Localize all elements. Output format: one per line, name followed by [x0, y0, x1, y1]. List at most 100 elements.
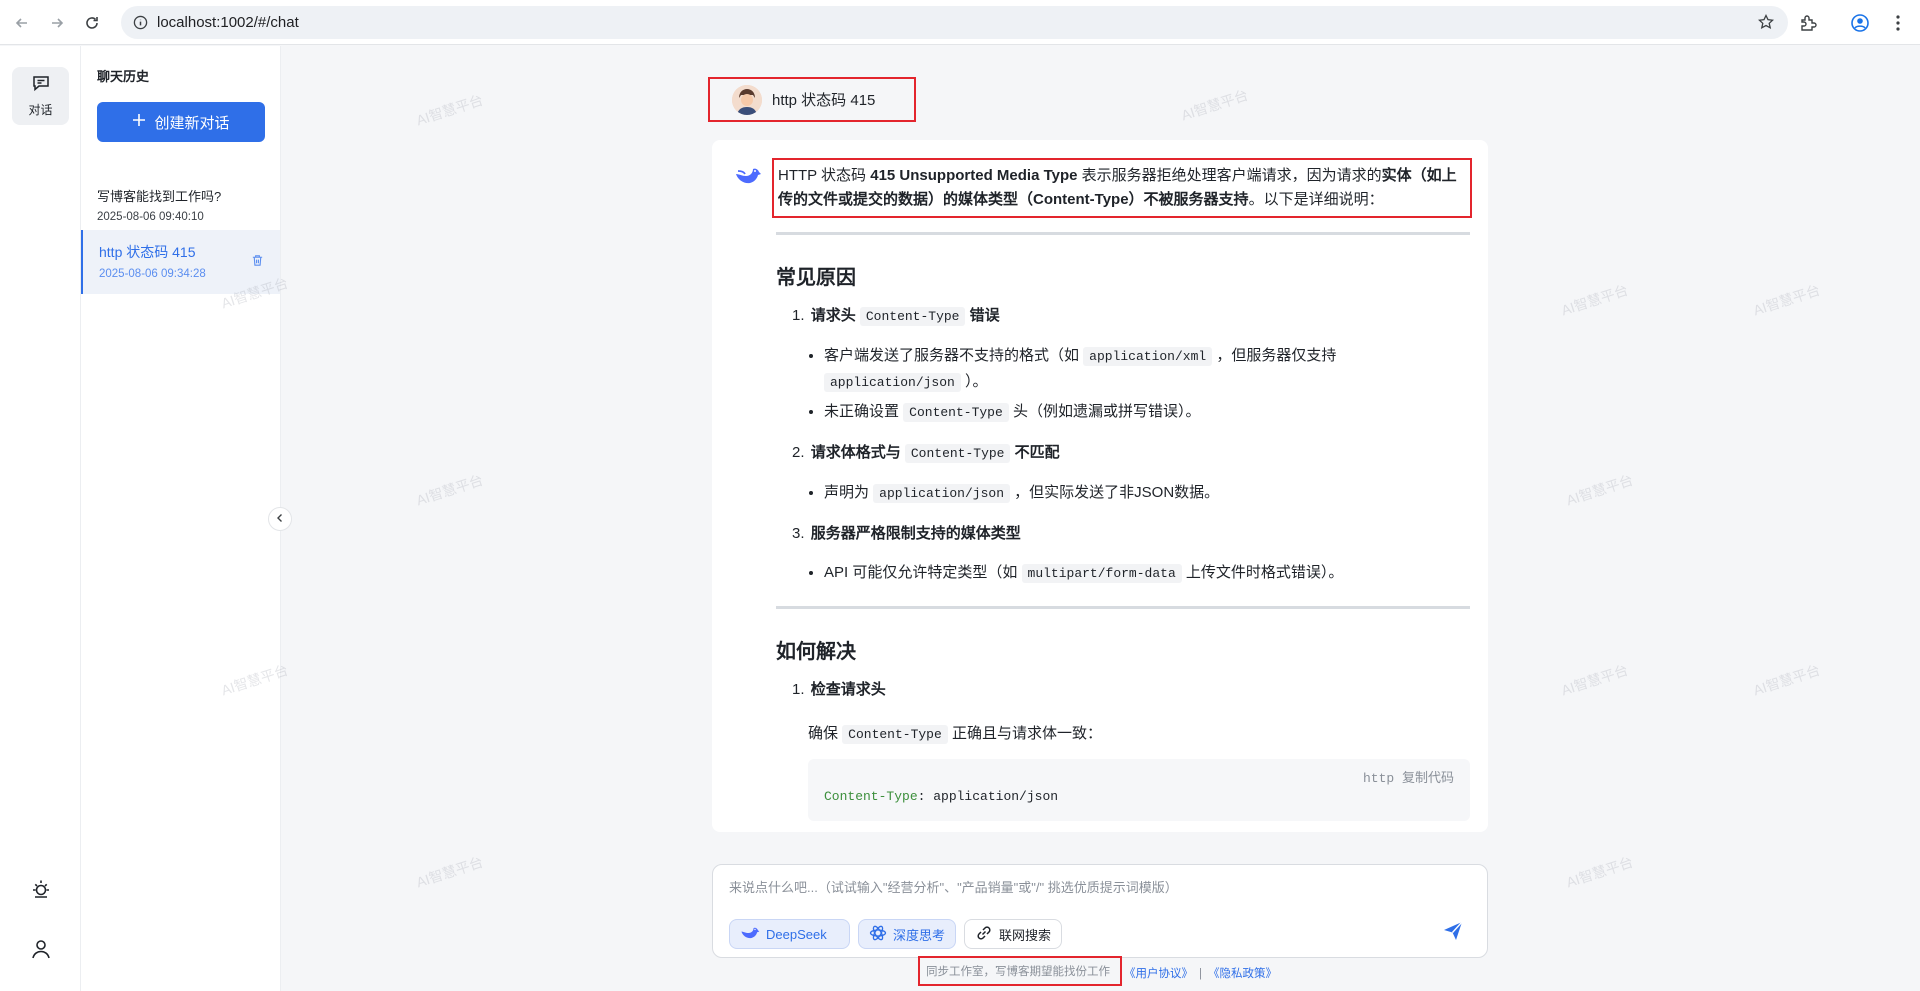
intro-text: 。以下是详细说明： [1248, 191, 1384, 208]
item-text: 服务器严格限制支持的媒体类型 [810, 525, 1021, 542]
bullet-text: ，但实际发送了非JSON数据。 [1010, 484, 1220, 501]
url-text: localhost:1002/#/chat [157, 14, 299, 31]
item-number: 1. [792, 681, 805, 698]
bullet-text: 上传文件时格式错误）。 [1181, 564, 1344, 581]
user-icon[interactable] [24, 932, 58, 966]
bullet-text: 声明为 [824, 484, 874, 501]
intro-text: 表示服务器拒绝处理客户端请求，因为请求的 [1077, 167, 1382, 184]
bullet-text: 未正确设置 [824, 403, 904, 420]
reload-icon[interactable] [80, 11, 104, 35]
inline-code: application/json [873, 484, 1010, 503]
footer-separator: | [1199, 968, 1202, 980]
code-block: http 复制代码 Content-Type: application/json [808, 759, 1470, 821]
history-item-time: 2025-08-06 09:34:28 [99, 268, 206, 280]
item-number: 2. [792, 444, 805, 461]
section-heading: 如何解决 [776, 641, 856, 663]
item-number: 3. [792, 525, 805, 542]
send-button[interactable] [1437, 917, 1469, 949]
user-agreement-link[interactable]: 《用户协议》 [1124, 968, 1193, 980]
bullet-text: API 可能仅允许特定类型（如 [824, 564, 1022, 581]
theme-toggle-icon[interactable] [24, 872, 58, 906]
deepseek-whale-icon [734, 165, 762, 192]
history-item[interactable]: 写博客能找到工作吗? 2025-08-06 09:40:10 [81, 174, 280, 238]
numbered-item: 1. 请求头 Content-Type 错误 [792, 304, 1470, 329]
deep-think-toggle[interactable]: 深度思考 [858, 919, 956, 949]
numbered-item: 2. 请求体格式与 Content-Type 不匹配 [792, 441, 1470, 466]
numbered-item: 1. 检查请求头 [792, 678, 1470, 702]
user-message-text: http 状态码 415 [772, 92, 876, 109]
forward-icon[interactable] [45, 11, 69, 35]
item-text: 不匹配 [1010, 444, 1060, 461]
browser-menu-icon[interactable] [1886, 11, 1910, 35]
back-icon[interactable] [10, 11, 34, 35]
collapse-sidebar-button[interactable] [268, 507, 292, 531]
privacy-policy-link[interactable]: 《隐私政策》 [1208, 968, 1277, 980]
code-line: Content-Type: application/json [824, 789, 1058, 804]
bullet-list: 客户端发送了服务器不支持的格式（如 application/xml ，但服务器仅… [824, 343, 1470, 425]
message-input[interactable]: 来说点什么吧...（试试输入"经营分析"、"产品销量"或"/" 挑选优质提示词模… [729, 877, 1469, 896]
bullet-list: API 可能仅允许特定类型（如 multipart/form-data 上传文件… [824, 560, 1470, 586]
copy-code-button[interactable]: http 复制代码 [1363, 767, 1454, 786]
bullet-item: 声明为 application/json ，但实际发送了非JSON数据。 [824, 480, 1470, 506]
item-number: 1. [792, 307, 805, 324]
divider [776, 606, 1470, 609]
footer-notice: 同步工作室，写博客期望能找份工作 [918, 956, 1122, 986]
inline-code: application/xml [1083, 347, 1213, 366]
inline-code: application/json [824, 373, 961, 392]
inline-code: Content-Type [859, 307, 966, 326]
section-heading: 常见原因 [776, 267, 856, 289]
trash-icon[interactable] [251, 254, 264, 272]
watermark: AI智慧平台 [1751, 661, 1823, 699]
code-key: Content-Type [824, 789, 918, 804]
plus-icon [132, 113, 146, 131]
link-icon [975, 924, 993, 945]
watermark: AI智慧平台 [1564, 853, 1636, 891]
extensions-icon[interactable] [1796, 11, 1820, 35]
profile-icon[interactable] [1848, 11, 1872, 35]
address-bar[interactable]: localhost:1002/#/chat [121, 6, 1788, 39]
bullet-item: 未正确设置 Content-Type 头（例如遗漏或拼写错误）。 [824, 399, 1470, 425]
history-item-title: http 状态码 415 [99, 244, 196, 260]
deepseek-model-chip[interactable]: DeepSeek [729, 919, 850, 949]
chip-label: 联网搜索 [999, 927, 1052, 943]
chip-label: 深度思考 [893, 927, 946, 943]
new-chat-label: 创建新对话 [154, 114, 230, 132]
inline-code: multipart/form-data [1021, 564, 1182, 583]
numbered-item: 3. 服务器严格限制支持的媒体类型 [792, 522, 1470, 546]
message-input-box[interactable]: 来说点什么吧...（试试输入"经营分析"、"产品销量"或"/" 挑选优质提示词模… [712, 864, 1488, 958]
item-text: 请求体格式与 [810, 444, 905, 461]
browser-toolbar: localhost:1002/#/chat [0, 0, 1920, 45]
bullet-text: ）。 [960, 373, 988, 390]
history-item-time: 2025-08-06 09:40:10 [97, 211, 204, 223]
confirm-paragraph: 确保 Content-Type 正确且与请求体一致： [808, 722, 1470, 744]
watermark: AI智慧平台 [1564, 471, 1636, 509]
assistant-answer: HTTP 状态码 415 Unsupported Media Type 表示服务… [712, 140, 1488, 832]
user-avatar [732, 84, 762, 115]
chat-history-panel: 聊天历史 创建新对话 写博客能找到工作吗? 2025-08-06 09:40:1… [81, 46, 281, 991]
confirm-text: 确保 [808, 725, 843, 742]
watermark: AI智慧平台 [1559, 281, 1631, 319]
watermark: AI智慧平台 [1179, 86, 1251, 124]
code-value: : application/json [917, 789, 1059, 804]
history-item-title: 写博客能找到工作吗? [97, 189, 222, 204]
bullet-item: API 可能仅允许特定类型（如 multipart/form-data 上传文件… [824, 560, 1470, 586]
message-square-icon [32, 74, 50, 97]
intro-text: HTTP 状态码 [778, 167, 871, 184]
send-icon [1441, 919, 1465, 948]
item-text: 检查请求头 [810, 681, 886, 698]
user-message: http 状态码 415 [708, 77, 916, 122]
rail-chat-label: 对话 [28, 103, 53, 117]
site-info-icon[interactable] [133, 15, 148, 35]
bullet-item: 客户端发送了服务器不支持的格式（如 application/xml ，但服务器仅… [824, 343, 1470, 395]
bullet-list: 声明为 application/json ，但实际发送了非JSON数据。 [824, 480, 1470, 506]
rail-chat-button[interactable]: 对话 [12, 67, 69, 125]
new-chat-button[interactable]: 创建新对话 [97, 102, 265, 142]
atom-icon [869, 924, 887, 945]
history-title: 聊天历史 [97, 69, 150, 84]
bookmark-star-icon[interactable] [1757, 13, 1775, 35]
web-search-toggle[interactable]: 联网搜索 [964, 919, 1062, 949]
inline-code: Content-Type [842, 725, 948, 744]
history-item-active[interactable]: http 状态码 415 2025-08-06 09:34:28 [81, 230, 280, 294]
bullet-text: 客户端发送了服务器不支持的格式（如 [824, 347, 1084, 364]
item-text: 请求头 [810, 307, 860, 324]
